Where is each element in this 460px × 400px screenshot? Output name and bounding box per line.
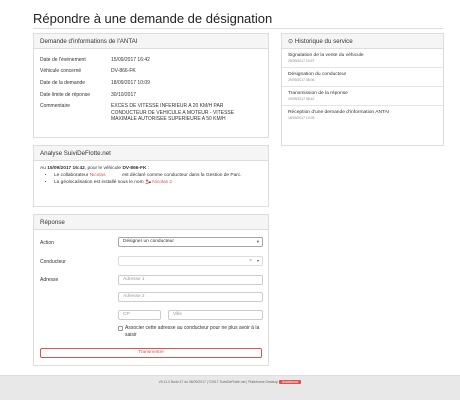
response-panel: Réponse Action Désigner un conducteur ▾ …	[33, 214, 269, 366]
intro-middle: , pour le véhicule	[84, 166, 122, 171]
row-value: 30/10/2017	[111, 91, 137, 98]
table-row: Date de l'événement 15/09/2017 16:42	[34, 54, 268, 66]
row-label: Commentaire	[40, 103, 71, 110]
ville-input[interactable]: Ville	[168, 310, 263, 320]
bullet1-suffix: est déclaré comme conducteur dans la Ges…	[122, 172, 242, 178]
address2-input[interactable]: Adresse 2	[118, 292, 263, 302]
conducteur-label: Conducteur	[40, 259, 66, 265]
row-label: Date limite de réponse	[40, 91, 91, 98]
antai-panel-heading: Demande d'informations de l'ANTAI	[34, 34, 268, 49]
save-address-label: Associer cette adresse au conducteur pou…	[125, 325, 260, 338]
list-item: Réception d'une demande d'information AN…	[282, 106, 443, 124]
chevron-down-icon: ▾	[256, 258, 259, 263]
table-row: Date limite de réponse 30/10/2017	[34, 89, 268, 101]
history-panel-heading: ⊙ Historique du service	[282, 34, 443, 49]
action-select[interactable]: Désigner un conducteur ▾	[118, 237, 263, 247]
bullet1-prefix: Le collaborateur	[54, 172, 89, 178]
antai-panel: Demande d'informations de l'ANTAI Date d…	[33, 33, 269, 138]
history-panel: ⊙ Historique du service Signalation de l…	[281, 33, 444, 146]
suivi-body: Au 15/09/2017 16:42, pour le véhicule DV…	[34, 161, 268, 192]
footer: V5.11.0 Build 47 du 08/09/2017 | ©2017 S…	[0, 375, 460, 400]
history-item-date: 18/09/2017 10:09	[288, 116, 315, 120]
page-title: Répondre à une demande de désignation	[33, 11, 273, 26]
response-panel-heading: Réponse	[34, 215, 268, 230]
conducteur-select[interactable]: × ▾	[118, 256, 263, 266]
history-heading-label: Historique du service	[294, 38, 353, 45]
intro-vehicle: DV-866-FK	[122, 166, 147, 171]
suivi-list: Le collaborateur Nicolas est déclaré com…	[40, 173, 262, 187]
action-select-value: Désigner un conducteur	[123, 239, 174, 244]
row-value: 15/09/2017 16:42	[111, 56, 150, 63]
table-row: Commentaire EXCES DE VITESSE INFERIEUR A…	[34, 101, 268, 126]
history-item-date: 19/09/2017 08:42	[288, 97, 315, 101]
row-label: Date de l'événement	[40, 56, 86, 63]
user-car-icon	[145, 179, 151, 184]
row-label: Date de la demande	[40, 79, 86, 86]
clock-icon: ⊙	[288, 38, 294, 45]
suivi-panel: Analyse SuiviDeFlotte.net Au 15/09/2017 …	[33, 145, 269, 207]
title-divider	[33, 28, 443, 29]
bullet2-prefix: La géolocalisation est installé sous le …	[54, 180, 144, 185]
list-item: Désignation du conducteur 29/09/2017 08:…	[282, 68, 443, 87]
cp-input[interactable]: CP	[118, 310, 161, 320]
history-item-date: 29/09/2017 08:06	[288, 78, 315, 82]
history-item-date: 29/09/2017 19:57	[288, 59, 315, 63]
geoloc-link[interactable]: Nicolas 2	[152, 180, 172, 185]
list-item: Transmission de la réponse 19/09/2017 08…	[282, 87, 443, 106]
table-row: Date de la demande 18/09/2017 10:09	[34, 77, 268, 89]
adresse-label: Adresse	[40, 277, 59, 283]
row-value: EXCES DE VITESSE INFERIEUR A 20 KM/H PAR…	[111, 103, 235, 123]
row-value: 18/09/2017 10:09	[111, 79, 150, 86]
footer-text: V5.11.0 Build 47 du 08/09/2017 | ©2017 S…	[158, 380, 278, 384]
transmit-button[interactable]: Transmettre	[40, 348, 262, 358]
assistance-badge[interactable]: Assistance	[278, 380, 302, 384]
action-label: Action	[40, 240, 54, 246]
address1-input[interactable]: Adresse 1	[118, 275, 263, 285]
list-item: Signalation de la vente du véhicule 29/0…	[282, 49, 443, 68]
collaborator-link[interactable]: Nicolas	[90, 173, 106, 178]
save-address-checkbox[interactable]	[118, 326, 123, 331]
intro-suffix: :	[147, 166, 150, 171]
clear-icon[interactable]: ×	[249, 257, 252, 265]
table-row: Véhicule concerné DV-866-FK	[34, 66, 268, 78]
list-item: La géolocalisation est installé sous le …	[54, 179, 262, 187]
intro-prefix: Au	[40, 166, 46, 171]
suivi-panel-heading: Analyse SuiviDeFlotte.net	[34, 146, 268, 161]
row-label: Véhicule concerné	[40, 68, 82, 75]
row-value: DV-866-FK	[111, 68, 136, 75]
intro-date: 15/09/2017 16:42	[47, 166, 85, 171]
antai-info-table: Date de l'événement 15/09/2017 16:42 Véh…	[34, 54, 268, 125]
chevron-down-icon: ▾	[256, 239, 259, 244]
